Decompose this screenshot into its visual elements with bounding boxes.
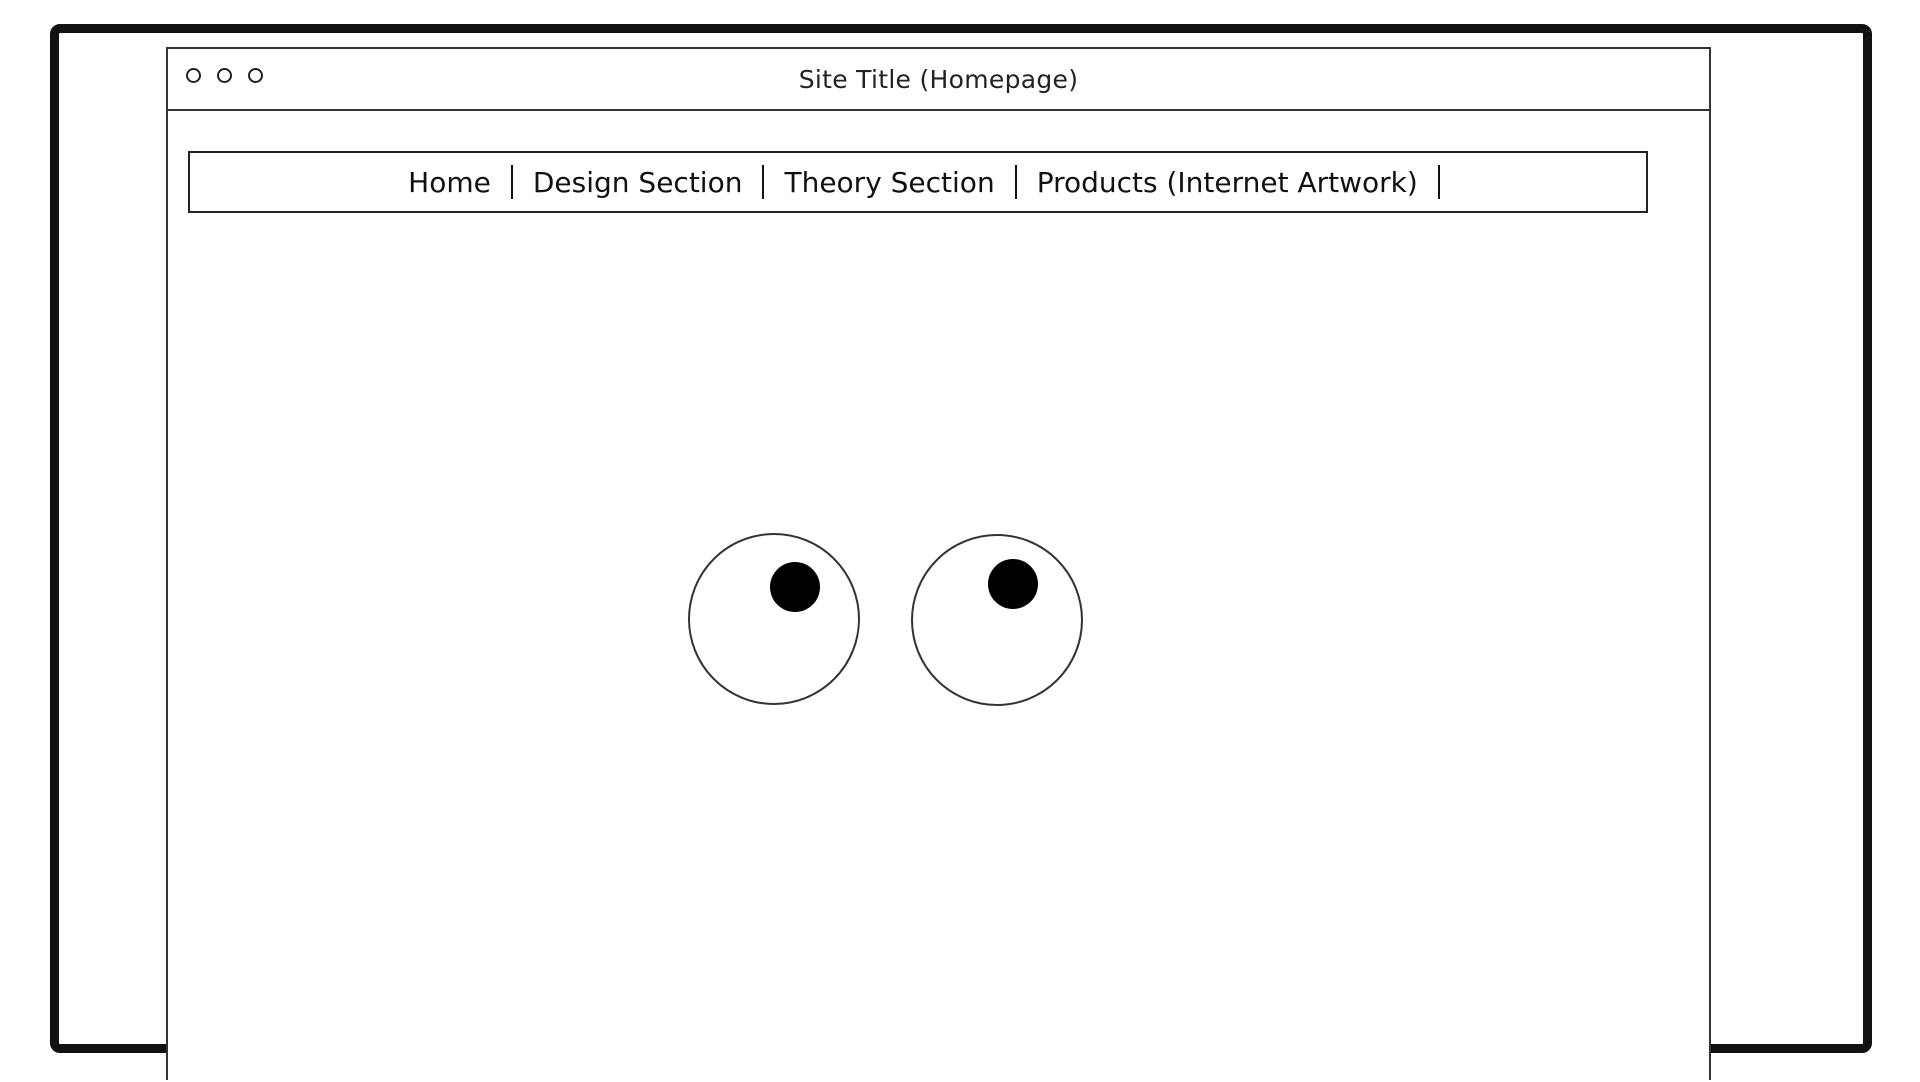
right-pupil [988, 559, 1038, 609]
nav-divider [1014, 165, 1017, 199]
nav-divider [1437, 165, 1440, 199]
nav-divider [510, 165, 513, 199]
title-bar: Site Title (Homepage) [168, 49, 1709, 111]
nav-link-design-section[interactable]: Design Section [527, 166, 749, 199]
left-pupil [770, 562, 820, 612]
nav-items: Home Design Section Theory Section Produ… [402, 165, 1454, 199]
nav-link-theory-section[interactable]: Theory Section [778, 166, 1000, 199]
main-content [168, 213, 1709, 1082]
browser-window: Site Title (Homepage) Home Design Sectio… [166, 47, 1711, 1080]
nav-divider [762, 165, 765, 199]
window-title: Site Title (Homepage) [798, 65, 1079, 94]
left-eye-icon [688, 533, 860, 705]
nav-bar: Home Design Section Theory Section Produ… [188, 151, 1648, 213]
nav-link-home[interactable]: Home [402, 166, 497, 199]
right-eye-icon [911, 534, 1083, 706]
nav-link-products[interactable]: Products (Internet Artwork) [1031, 166, 1424, 199]
